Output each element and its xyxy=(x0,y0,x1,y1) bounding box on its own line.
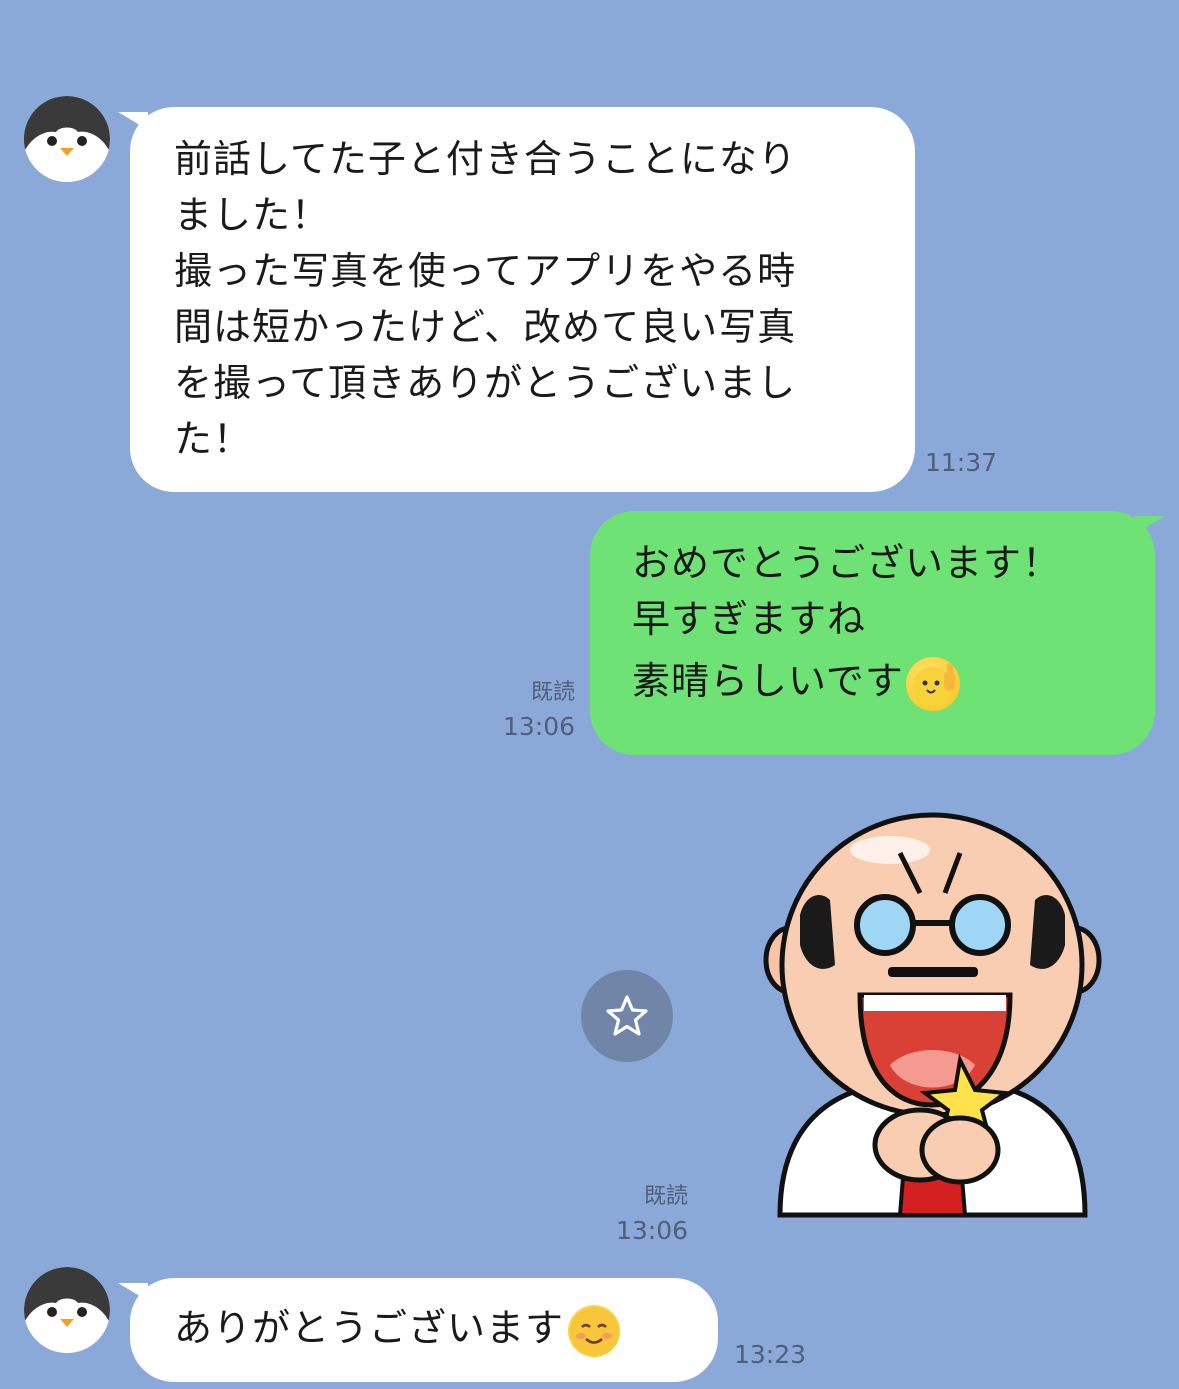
read-label: 既読 xyxy=(530,680,575,705)
bald-man-happy-sticker[interactable] xyxy=(760,805,1105,1225)
time-label: 11:37 xyxy=(925,448,998,477)
message-text: 素晴らしいです xyxy=(632,659,904,703)
time-label: 13:06 xyxy=(502,712,575,741)
message-text-with-emoji: ありがとうございます xyxy=(174,1300,718,1357)
message-text-with-emoji: 素晴らしいです xyxy=(632,653,1155,711)
message-timestamp: 13:23 xyxy=(734,1338,806,1372)
star-icon xyxy=(606,995,648,1036)
message-text: ました！ xyxy=(174,193,331,237)
message-text: 前話してた子と付き合うことになり xyxy=(174,137,797,181)
thumbs-up-chick-emoji xyxy=(905,656,960,711)
message-text: を撮って頂きありがとうございまし xyxy=(174,361,797,405)
penguin-avatar-icon xyxy=(24,96,110,182)
penguin-avatar-icon xyxy=(24,1267,110,1353)
read-label: 既読 xyxy=(643,1184,688,1209)
message-bubble-incoming[interactable]: ありがとうございます xyxy=(130,1278,718,1382)
message-text: 撮った写真を使ってアプリをやる時 xyxy=(174,249,797,293)
message-bubble-incoming[interactable]: 前話してた子と付き合うことになり ました！ 撮った写真を使ってアプリをやる時 間… xyxy=(130,107,915,492)
message-read-status: 既読 13:06 xyxy=(490,676,575,744)
time-label: 13:23 xyxy=(734,1340,807,1369)
message-text: ありがとうございます xyxy=(174,1306,565,1350)
message-timestamp: 11:37 xyxy=(925,446,997,480)
message-text: おめでとうございます！ xyxy=(632,541,1062,585)
sender-avatar[interactable] xyxy=(24,96,110,182)
message-bubble-outgoing[interactable]: おめでとうございます！ 早すぎますね 素晴らしいです xyxy=(590,511,1155,755)
message-text: 間は短かったけど、改めて良い写真 xyxy=(174,305,797,349)
smiling-face-emoji xyxy=(568,1304,621,1357)
favorite-sticker-button[interactable] xyxy=(581,970,673,1062)
message-read-status: 既読 13:06 xyxy=(600,1180,688,1248)
sender-avatar[interactable] xyxy=(24,1267,110,1353)
time-label: 13:06 xyxy=(615,1216,688,1245)
message-text: 早すぎますね xyxy=(632,597,867,641)
message-text: た！ xyxy=(174,417,253,461)
